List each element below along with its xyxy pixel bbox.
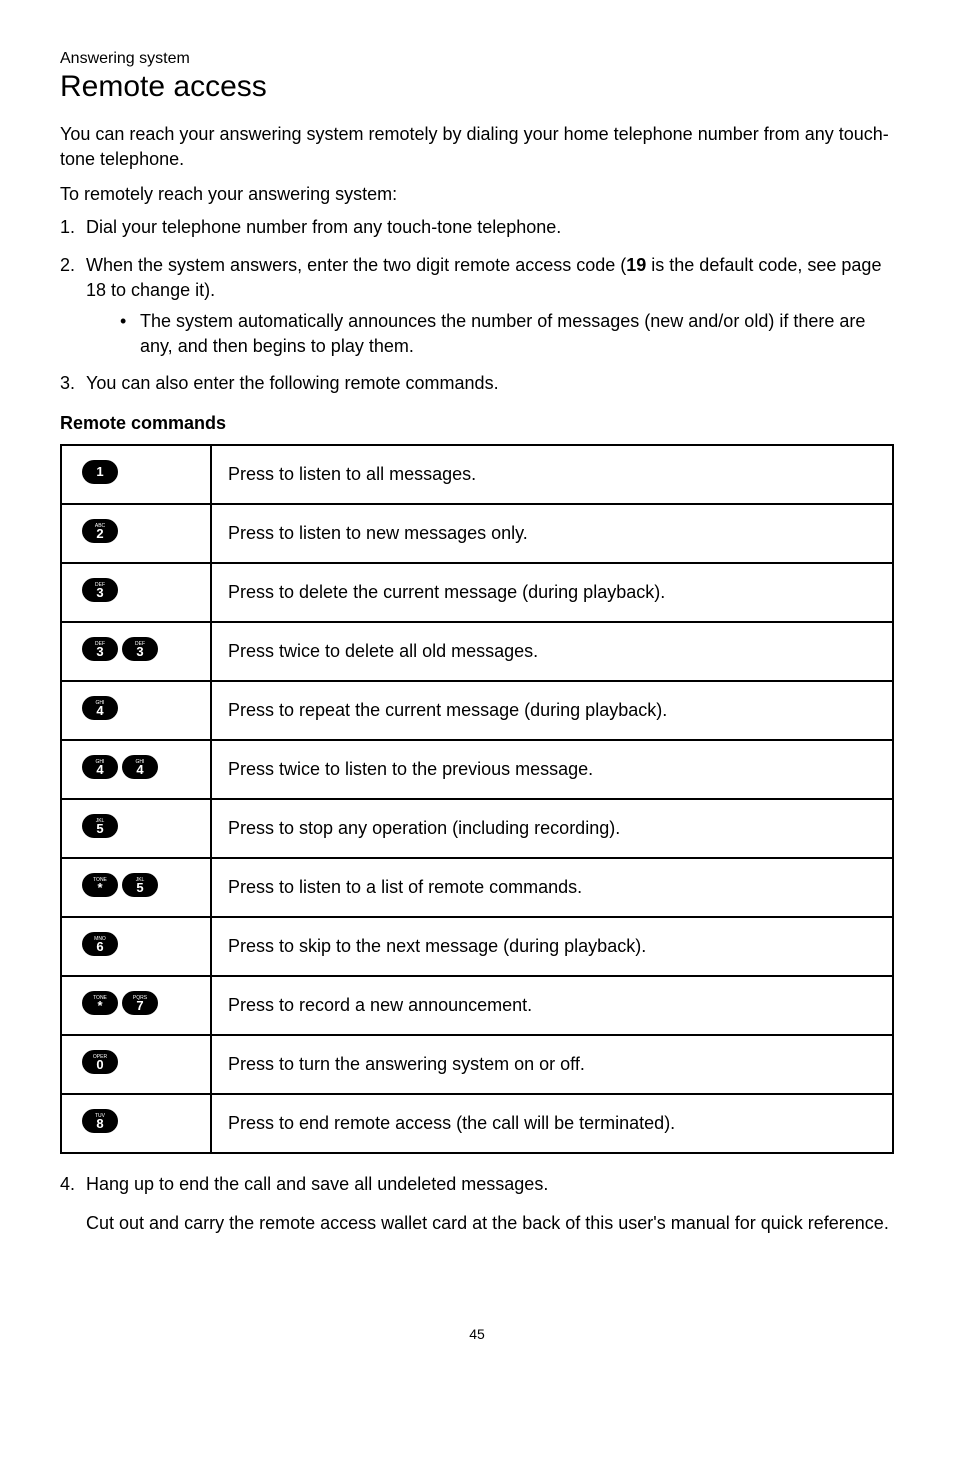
wallet-card-note: Cut out and carry the remote access wall… [60,1211,894,1236]
key-number: * [82,994,118,1018]
command-description: Press to listen to new messages only. [211,504,893,563]
step-4-number: 4. [60,1172,75,1197]
command-description: Press to repeat the current message (dur… [211,681,893,740]
keypad-button-icon: GHI4 [82,696,118,720]
keypad-button-icon: TUV8 [82,1109,118,1133]
table-row: MNO6 Press to skip to the next message (d… [61,917,893,976]
command-description: Press to listen to a list of remote comm… [211,858,893,917]
keypad-button-icon: TONE* [82,873,118,897]
keypad-button-icon: DEF3 [122,637,158,661]
intro-paragraph-1: You can reach your answering system remo… [60,122,894,172]
key-number: 6 [82,935,118,959]
table-row: TONE*JKL5Press to listen to a list of re… [61,858,893,917]
table-row: DEF3DEF3Press twice to delete all old me… [61,622,893,681]
table-row: ABC2 Press to listen to new messages only… [61,504,893,563]
key-cell: TONE*PQRS7 [61,976,211,1035]
key-cell: GHI4GHI4 [61,740,211,799]
command-description: Press to turn the answering system on or… [211,1035,893,1094]
key-number: 7 [122,994,158,1018]
key-cell: TONE*JKL5 [61,858,211,917]
step-2-text-a: When the system answers, enter the two d… [86,255,626,275]
step-2-code: 19 [626,255,646,275]
table-row: JKL5 Press to stop any operation (includi… [61,799,893,858]
key-number: 1 [82,460,118,484]
key-number: 3 [82,640,118,664]
step-3: You can also enter the following remote … [60,371,894,396]
key-number: 4 [82,699,118,723]
keypad-button-icon: MNO6 [82,932,118,956]
key-number: 2 [82,522,118,546]
key-cell: TUV8 [61,1094,211,1153]
section-label: Answering system [60,50,894,68]
command-description: Press twice to delete all old messages. [211,622,893,681]
command-description: Press to listen to all messages. [211,445,893,504]
table-row: TUV8 Press to end remote access (the call… [61,1094,893,1153]
command-description: Press to end remote access (the call wil… [211,1094,893,1153]
keypad-button-icon: 1 [82,460,118,484]
page-title: Remote access [60,70,894,104]
step-2-bullets: The system automatically announces the n… [86,309,894,359]
keypad-button-icon: JKL5 [82,814,118,838]
key-number: 4 [82,758,118,782]
command-description: Press twice to listen to the previous me… [211,740,893,799]
command-description: Press to delete the current message (dur… [211,563,893,622]
key-number: * [82,876,118,900]
keypad-button-icon: TONE* [82,991,118,1015]
keypad-button-icon: PQRS7 [122,991,158,1015]
key-cell: JKL5 [61,799,211,858]
table-row: 1 Press to listen to all messages. [61,445,893,504]
key-cell: DEF3 [61,563,211,622]
step-4-text: Hang up to end the call and save all und… [86,1174,548,1194]
key-cell: DEF3DEF3 [61,622,211,681]
table-row: GHI4GHI4Press twice to listen to the pre… [61,740,893,799]
keypad-button-icon: JKL5 [122,873,158,897]
keypad-button-icon: DEF3 [82,637,118,661]
key-number: 3 [122,640,158,664]
key-number: 8 [82,1112,118,1136]
key-cell: MNO6 [61,917,211,976]
keypad-button-icon: OPER0 [82,1050,118,1074]
key-cell: GHI4 [61,681,211,740]
key-cell: OPER0 [61,1035,211,1094]
steps-list: Dial your telephone number from any touc… [60,215,894,396]
table-heading: Remote commands [60,413,894,434]
command-description: Press to record a new announcement. [211,976,893,1035]
command-description: Press to skip to the next message (durin… [211,917,893,976]
key-cell: ABC2 [61,504,211,563]
key-cell: 1 [61,445,211,504]
key-number: 3 [82,581,118,605]
step-1: Dial your telephone number from any touc… [60,215,894,240]
table-row: DEF3 Press to delete the current message … [61,563,893,622]
key-number: 5 [122,876,158,900]
keypad-button-icon: DEF3 [82,578,118,602]
step-2-bullet-1: The system automatically announces the n… [120,309,894,359]
table-row: GHI4 Press to repeat the current message … [61,681,893,740]
key-number: 4 [122,758,158,782]
remote-commands-table: 1 Press to listen to all messages. ABC2 Pre… [60,444,894,1154]
table-row: OPER0 Press to turn the answering system … [61,1035,893,1094]
intro-paragraph-2: To remotely reach your answering system: [60,184,894,205]
key-number: 5 [82,817,118,841]
page-number: 45 [60,1326,894,1342]
table-row: TONE*PQRS7Press to record a new announce… [61,976,893,1035]
keypad-button-icon: GHI4 [122,755,158,779]
command-description: Press to stop any operation (including r… [211,799,893,858]
step-4: 4. Hang up to end the call and save all … [60,1172,894,1197]
keypad-button-icon: GHI4 [82,755,118,779]
key-number: 0 [82,1053,118,1077]
keypad-button-icon: ABC2 [82,519,118,543]
step-2: When the system answers, enter the two d… [60,253,894,360]
